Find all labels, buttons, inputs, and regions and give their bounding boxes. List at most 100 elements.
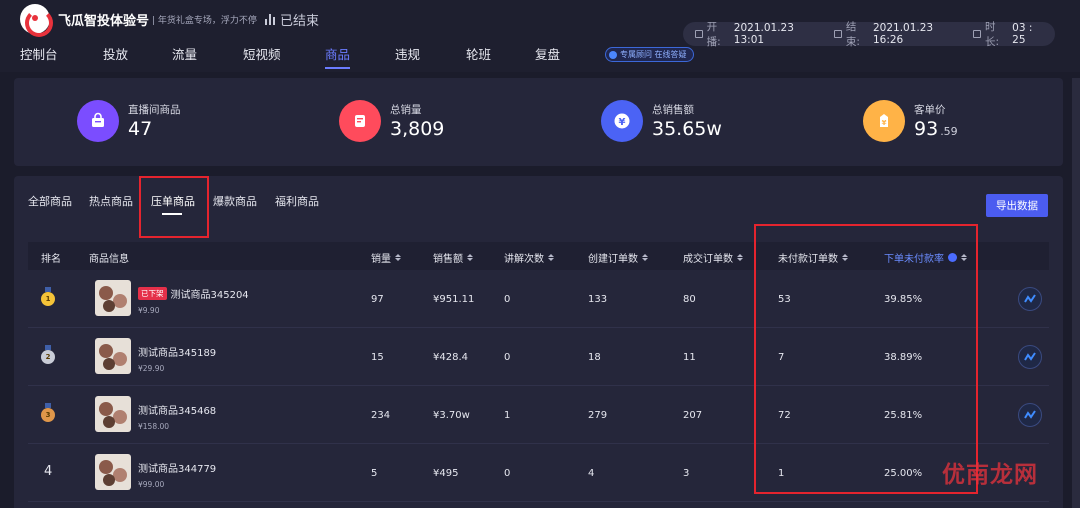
product-name[interactable]: 测试商品345189 (138, 344, 216, 359)
end-value: 2021.01.23 16:26 (872, 22, 934, 46)
active-tab-indicator (162, 213, 182, 215)
product-thumbnail (95, 338, 131, 374)
logo-icon (20, 4, 53, 37)
summary-stats: 直播间商品 47 总销量 3,809 ¥ 总销售额 35.65w ¥ 客单价 9… (14, 78, 1063, 166)
stat-value-decimal: .59 (940, 125, 958, 138)
stat-value: 35.65w (652, 118, 722, 140)
tab-bestseller-products[interactable]: 爆款商品 (213, 193, 257, 209)
svg-text:¥: ¥ (619, 117, 626, 128)
cell-explain-count: 0 (504, 468, 511, 479)
document-icon (339, 100, 381, 142)
bar-chart-icon (265, 14, 275, 25)
stat-label: 客单价 (914, 104, 946, 116)
duration-label: 时长: (985, 21, 1000, 48)
gold-medal-icon: 1 (41, 287, 55, 306)
column-header-created-orders[interactable]: 创建订单数 (588, 250, 648, 265)
product-name[interactable]: 测试商品345468 (138, 402, 216, 417)
stat-label: 直播间商品 (128, 104, 181, 116)
sort-icon (395, 254, 401, 261)
nav-item-console[interactable]: 控制台 (20, 44, 58, 63)
product-thumbnail (95, 454, 131, 490)
nav-item-review[interactable]: 复盘 (535, 44, 560, 63)
trend-chart-button[interactable] (1018, 403, 1042, 427)
tab-backlog-products[interactable]: 压单商品 (151, 193, 195, 209)
cell-revenue: ¥495 (433, 468, 459, 479)
cell-unpaid-orders: 53 (778, 294, 791, 305)
duration-value: 03 : 25 (1012, 22, 1033, 46)
tab-all-products[interactable]: 全部商品 (28, 193, 72, 209)
product-name[interactable]: 已下架 测试商品345204 (138, 286, 249, 301)
nav-item-traffic[interactable]: 流量 (172, 44, 197, 63)
cell-sales: 5 (371, 468, 378, 479)
column-header-revenue[interactable]: 销售额 (433, 250, 473, 265)
nav-item-products[interactable]: 商品 (325, 44, 351, 69)
calendar-icon (834, 30, 842, 38)
chat-icon (609, 50, 617, 59)
price-tag-icon: ¥ (863, 100, 905, 142)
end-label: 结束: (845, 21, 860, 48)
trend-icon (1024, 352, 1036, 361)
account-name: 飞瓜智投体验号 (58, 14, 150, 29)
advisor-label: 专属顾问 在线答疑 (620, 50, 687, 59)
cell-unpaid-orders: 1 (778, 468, 785, 479)
rank-number: 4 (44, 464, 53, 479)
cell-revenue: ¥951.11 (433, 294, 475, 305)
silver-medal-icon: 2 (41, 345, 55, 364)
cell-created-orders: 18 (588, 352, 601, 363)
nav-item-ads[interactable]: 投放 (103, 44, 128, 63)
column-header-deal-orders[interactable]: 成交订单数 (683, 250, 743, 265)
stat-value: 47 (128, 118, 153, 140)
product-thumbnail (95, 280, 131, 316)
trend-chart-button[interactable] (1018, 345, 1042, 369)
nav-item-shifts[interactable]: 轮班 (466, 44, 491, 63)
bronze-medal-icon: 3 (41, 403, 55, 422)
export-button[interactable]: 导出数据 (986, 194, 1048, 217)
column-header-unpaid-orders[interactable]: 未付款订单数 (778, 250, 848, 265)
hourglass-icon (973, 30, 981, 38)
info-icon (948, 253, 957, 262)
column-header-rank: 排名 (41, 254, 61, 265)
stat-value-main: 93 (914, 118, 939, 140)
table-header: 排名 商品信息 销量 销售额 讲解次数 创建订单数 成交订单数 未付款订单数 下… (28, 242, 1049, 270)
cell-deal-orders: 11 (683, 352, 696, 363)
tab-welfare-products[interactable]: 福利商品 (275, 193, 319, 209)
cell-created-orders: 4 (588, 468, 595, 479)
stat-label: 总销售额 (652, 104, 694, 116)
cell-unpaid-rate: 25.00% (884, 468, 923, 479)
live-time-info: 开播: 2021.01.23 13:01 结束: 2021.01.23 16:2… (683, 21, 1055, 48)
live-status: 已结束 (265, 10, 319, 29)
sort-icon (961, 254, 967, 261)
tab-hot-products[interactable]: 热点商品 (89, 193, 133, 209)
yen-icon: ¥ (601, 100, 643, 142)
cell-sales: 234 (371, 410, 391, 421)
product-price: ¥29.90 (138, 364, 165, 373)
cell-unpaid-orders: 72 (778, 410, 791, 421)
table-row[interactable]: 3 测试商品345468 ¥158.00 234 ¥3.70w 1 279 20… (28, 386, 1049, 444)
trend-chart-button[interactable] (1018, 287, 1042, 311)
bag-icon (77, 100, 119, 142)
live-title-text: 年货礼盒专场，浮力不停 (157, 16, 257, 26)
sort-icon (467, 254, 473, 261)
table-row[interactable]: 1 已下架 测试商品345204 ¥9.90 97 ¥951.11 0 133 8… (28, 270, 1049, 328)
cell-sales: 97 (371, 294, 384, 305)
sort-icon (548, 254, 554, 261)
cell-deal-orders: 3 (683, 468, 690, 479)
product-name[interactable]: 测试商品344779 (138, 460, 216, 475)
product-filter-tabs: 全部商品 热点商品 压单商品 爆款商品 福利商品 导出数据 (14, 176, 1063, 236)
stat-label: 总销量 (390, 104, 422, 116)
stat-value: 3,809 (390, 118, 445, 140)
table-row[interactable]: 4 测试商品344779 ¥99.00 5 ¥495 0 4 3 1 25.00… (28, 444, 1049, 502)
cell-revenue: ¥3.70w (433, 410, 470, 421)
table-row[interactable]: 2 测试商品345189 ¥29.90 15 ¥428.4 0 18 11 7 … (28, 328, 1049, 386)
column-header-sales[interactable]: 销量 (371, 250, 401, 265)
sort-icon (737, 254, 743, 261)
column-header-unpaid-rate[interactable]: 下单未付款率 (884, 250, 967, 265)
column-header-explain-count[interactable]: 讲解次数 (504, 250, 554, 265)
advisor-badge[interactable]: 专属顾问 在线答疑 (605, 47, 694, 62)
cell-created-orders: 279 (588, 410, 608, 421)
cell-explain-count: 1 (504, 410, 511, 421)
cell-deal-orders: 207 (683, 410, 703, 421)
scrollbar[interactable] (1072, 78, 1080, 508)
nav-item-violations[interactable]: 违规 (395, 44, 420, 63)
nav-item-short-video[interactable]: 短视频 (243, 44, 281, 63)
